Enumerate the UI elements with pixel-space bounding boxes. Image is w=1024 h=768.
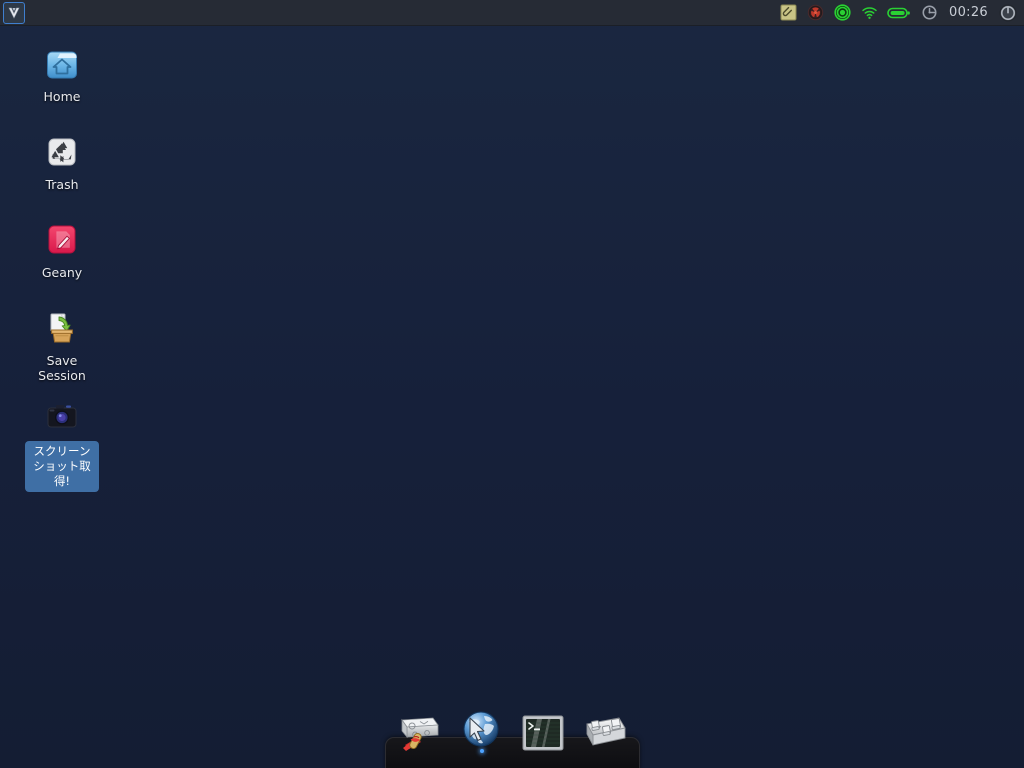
desktop-icon-label: Trash [45, 177, 79, 192]
top-panel: 00:26 [0, 0, 1024, 26]
battery-tray-icon[interactable] [887, 4, 911, 22]
home-folder-icon [43, 46, 81, 84]
dock-item-archive-manager[interactable] [395, 708, 443, 756]
desktop-icon-label: スクリーンショット取得! [25, 441, 99, 492]
clock[interactable]: 00:26 [947, 5, 990, 20]
target-tray-icon[interactable] [833, 4, 851, 22]
dock-item-terminal[interactable] [519, 710, 567, 758]
desktop-icon-label: Home [43, 89, 81, 104]
desktop-icon-home[interactable]: Home [20, 46, 104, 104]
dock-item-settings[interactable] [581, 708, 629, 756]
desktop[interactable]: 00:26 Home Trash Geany Save Session スクリー… [0, 0, 1024, 768]
desktop-icon-label: Geany [41, 265, 83, 280]
window-tasklist [0, 1, 25, 24]
clipboard-manager-tray-icon[interactable] [779, 4, 797, 22]
wifi-tray-icon[interactable] [860, 4, 878, 22]
system-tray: 00:26 [779, 0, 1024, 26]
dock-item-web-browser[interactable] [457, 706, 505, 754]
radiation-tray-icon[interactable] [806, 4, 824, 22]
desktop-icon-save-session[interactable]: Save Session [20, 310, 104, 383]
power-button-tray-icon[interactable] [999, 4, 1017, 22]
geany-editor-icon [43, 222, 81, 260]
dock-running-indicator [480, 749, 484, 753]
trash-recycle-icon [43, 134, 81, 172]
taskbar-window-button[interactable] [3, 1, 25, 24]
desktop-icon-screenshot[interactable]: スクリーンショット取得! [20, 398, 104, 492]
desktop-icon-label: Save Session [38, 353, 86, 383]
app-window-icon [7, 6, 21, 20]
camera-screenshot-icon [43, 398, 81, 436]
desktop-icon-trash[interactable]: Trash [20, 134, 104, 192]
power-timer-tray-icon[interactable] [920, 4, 938, 22]
save-session-icon [43, 310, 81, 348]
desktop-icon-geany[interactable]: Geany [20, 222, 104, 280]
